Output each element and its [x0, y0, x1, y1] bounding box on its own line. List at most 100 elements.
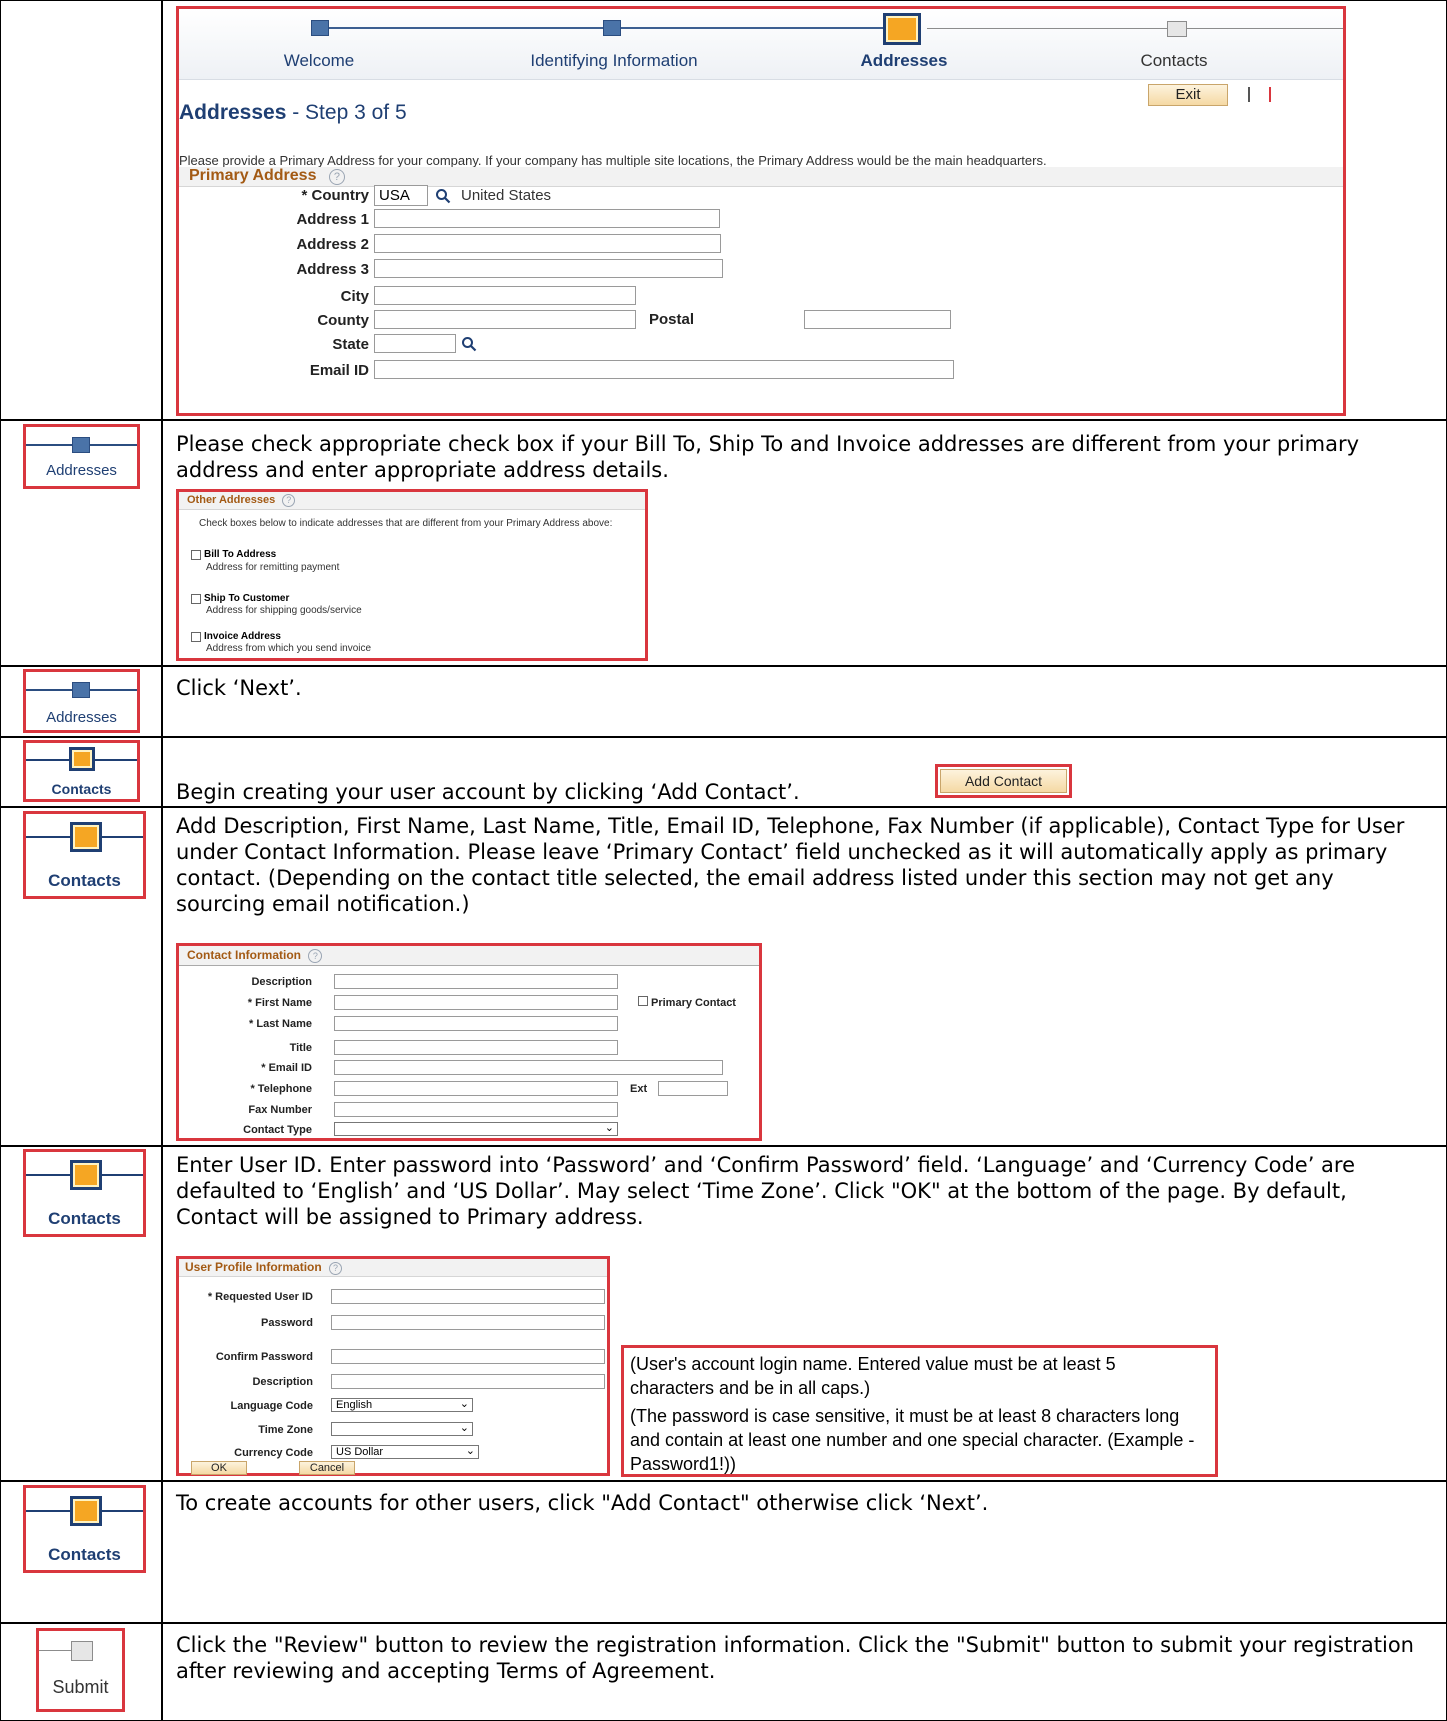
state-search-icon[interactable]	[461, 336, 477, 352]
contact-information-panel: Contact Information ? Description * Firs…	[176, 943, 762, 1141]
bill-to-desc: Address for remitting payment	[206, 562, 340, 573]
step-icon-label: Addresses	[46, 462, 117, 479]
step-square-icon	[69, 747, 95, 771]
state-input[interactable]	[374, 334, 456, 353]
address3-input[interactable]	[374, 259, 723, 278]
step-addresses-icon	[883, 13, 921, 45]
email-input[interactable]	[374, 360, 954, 379]
address1-input[interactable]	[374, 209, 720, 228]
telephone-input[interactable]	[334, 1081, 618, 1096]
user-profile-instructions: Enter User ID. Enter password into ‘Pass…	[176, 1153, 1356, 1229]
step-identifying-label[interactable]: Identifying Information	[509, 51, 719, 71]
primary-address-title: Primary Address	[189, 167, 317, 184]
county-label: County	[317, 312, 369, 329]
step-icon-contacts: Contacts	[23, 1149, 146, 1237]
page-title: Addresses - Step 3 of 5	[179, 101, 407, 125]
postal-input[interactable]	[804, 310, 951, 329]
currency-label: Currency Code	[234, 1447, 313, 1459]
exit-button[interactable]: Exit	[1148, 84, 1228, 106]
other-addresses-header: Other Addresses ?	[179, 492, 645, 510]
step-square-icon	[72, 437, 90, 453]
user-profile-panel: User Profile Information ? * Requested U…	[176, 1256, 610, 1476]
user-profile-title: User Profile Information	[185, 1260, 322, 1274]
user-id-label: * Requested User ID	[207, 1291, 313, 1303]
password-input[interactable]	[331, 1315, 605, 1330]
page-title-main: Addresses	[179, 101, 287, 124]
step-icon-label: Contacts	[48, 1209, 121, 1228]
currency-value: US Dollar	[336, 1446, 384, 1458]
step-icon-label: Contacts	[48, 871, 121, 890]
language-label: Language Code	[230, 1400, 313, 1412]
step-welcome-icon[interactable]	[311, 20, 329, 36]
email-label: * Email ID	[261, 1062, 312, 1074]
table-column-divider	[161, 0, 163, 1721]
fax-input[interactable]	[334, 1102, 618, 1117]
contact-type-select[interactable]: ⌄	[334, 1122, 618, 1136]
postal-label: Postal	[649, 311, 695, 328]
description-input[interactable]	[334, 974, 618, 989]
help-icon[interactable]: ?	[328, 169, 345, 185]
title-input[interactable]	[334, 1040, 618, 1055]
title-label: Title	[289, 1042, 312, 1054]
currency-select[interactable]: US Dollar ⌄	[331, 1445, 479, 1459]
last-name-input[interactable]	[334, 1016, 618, 1031]
other-users-instructions: To create accounts for other users, clic…	[176, 1491, 989, 1515]
train-line-2	[619, 27, 911, 29]
user-id-note: (User's account login name. Entered valu…	[630, 1354, 1116, 1398]
user-profile-header: User Profile Information ?	[179, 1259, 607, 1277]
contact-info-header: Contact Information ?	[179, 946, 759, 966]
address3-label: Address 3	[296, 261, 369, 278]
add-contact-button[interactable]: Add Contact	[940, 769, 1067, 793]
table-border-left	[0, 0, 1, 1721]
telephone-label: * Telephone	[250, 1083, 312, 1095]
field-notes-box: (User's account login name. Entered valu…	[621, 1345, 1218, 1477]
step-icon-addresses: Addresses	[23, 669, 140, 733]
toolbar-separator	[1269, 87, 1271, 102]
chevron-down-icon: ⌄	[459, 1422, 469, 1434]
step-identifying-icon[interactable]	[603, 20, 621, 36]
table-row-divider	[0, 665, 1447, 667]
first-name-input[interactable]	[334, 995, 618, 1010]
email-input[interactable]	[334, 1060, 723, 1075]
timezone-select[interactable]: ⌄	[331, 1422, 473, 1436]
county-input[interactable]	[374, 310, 636, 329]
help-icon[interactable]: ?	[308, 949, 323, 963]
bill-to-label: Bill To Address	[204, 549, 277, 560]
language-select[interactable]: English ⌄	[331, 1398, 473, 1412]
description-input[interactable]	[331, 1374, 605, 1389]
review-instructions: Click the "Review" button to review the …	[176, 1633, 1414, 1683]
city-input[interactable]	[374, 286, 636, 305]
step-icon-label: Contacts	[48, 1545, 121, 1564]
step-square-icon	[70, 1160, 102, 1190]
page-title-step: - Step 3 of 5	[286, 101, 407, 124]
last-name-label: * Last Name	[249, 1018, 312, 1030]
step-contacts-label: Contacts	[1140, 51, 1208, 70]
table-row-divider	[0, 736, 1447, 738]
ext-input[interactable]	[658, 1081, 728, 1096]
country-search-icon[interactable]	[435, 188, 451, 204]
contact-info-instructions: Add Description, First Name, Last Name, …	[176, 814, 1405, 916]
country-input[interactable]: USA	[374, 185, 428, 206]
table-row-divider	[0, 1622, 1447, 1624]
invoice-label: Invoice Address	[204, 631, 281, 642]
cancel-button[interactable]: Cancel	[299, 1461, 355, 1475]
click-next-text: Click ‘Next’.	[176, 676, 302, 700]
invoice-checkbox[interactable]	[191, 632, 201, 642]
step-welcome-label[interactable]: Welcome	[249, 51, 389, 71]
bill-to-checkbox[interactable]	[191, 550, 201, 560]
description-label: Description	[252, 1376, 313, 1388]
help-icon[interactable]: ?	[329, 1262, 343, 1275]
primary-contact-label: Primary Contact	[651, 997, 736, 1009]
primary-contact-checkbox[interactable]	[638, 996, 648, 1006]
add-contact-instructions: Begin creating your user account by clic…	[176, 780, 800, 804]
ok-button[interactable]: OK	[191, 1461, 247, 1475]
step-square-icon	[70, 1496, 102, 1526]
ship-to-checkbox[interactable]	[191, 594, 201, 604]
first-name-label: * First Name	[247, 997, 312, 1009]
add-contact-highlight: Add Contact	[935, 764, 1072, 798]
user-id-input[interactable]	[331, 1289, 605, 1304]
confirm-password-input[interactable]	[331, 1349, 605, 1364]
step-square-icon	[70, 822, 102, 852]
help-icon[interactable]: ?	[282, 494, 296, 507]
address2-input[interactable]	[374, 234, 721, 253]
